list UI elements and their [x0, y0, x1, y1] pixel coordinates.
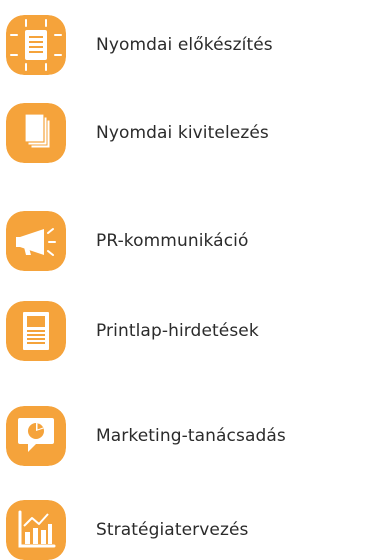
- service-list: Nyomdai előkészítés Nyomdai kivitelezés: [0, 0, 365, 560]
- strategy-chart-icon: [6, 500, 66, 560]
- service-item-nyomdai-elokeszites[interactable]: Nyomdai előkészítés: [0, 15, 365, 75]
- service-label: Nyomdai előkészítés: [96, 35, 273, 55]
- service-label: Nyomdai kivitelezés: [96, 123, 269, 143]
- service-item-strategiatervezes[interactable]: Stratégiatervezés: [0, 500, 365, 560]
- service-label: Marketing-tanácsadás: [96, 426, 286, 446]
- service-label: Stratégiatervezés: [96, 520, 249, 540]
- service-label: PR-kommunikáció: [96, 231, 249, 251]
- service-label: Printlap-hirdetések: [96, 321, 259, 341]
- service-item-printlap-hirdetesek[interactable]: Printlap-hirdetések: [0, 301, 365, 361]
- prepress-document-icon: [6, 15, 66, 75]
- print-ad-icon: [6, 301, 66, 361]
- service-item-pr-kommunikacio[interactable]: PR-kommunikáció: [0, 211, 365, 271]
- service-item-nyomdai-kivitelezes[interactable]: Nyomdai kivitelezés: [0, 103, 365, 163]
- megaphone-icon: [6, 211, 66, 271]
- marketing-chat-icon: [6, 406, 66, 466]
- service-item-marketing-tanacsadas[interactable]: Marketing-tanácsadás: [0, 406, 365, 466]
- print-stack-icon: [6, 103, 66, 163]
